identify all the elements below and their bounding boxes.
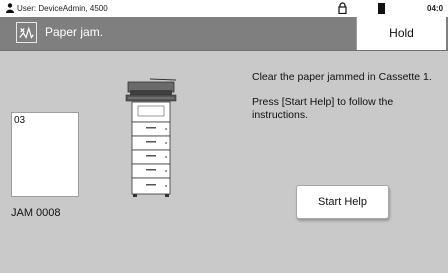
printer-illustration [125,78,177,197]
jam-code: JAM 0008 [11,207,61,219]
start-help-button[interactable]: Start Help [296,185,389,219]
message-line-1: Clear the paper jammed in Cassette 1. [252,71,432,83]
message-line-2: Press [Start Help] to follow the instruc… [252,96,394,121]
hold-button[interactable]: Hold [356,17,446,50]
status-bar: User: DeviceAdmin, 4500 04:0 [0,0,448,17]
page-title: Paper jam. [45,25,104,39]
cassette-number: 03 [14,115,26,126]
user-label: User: DeviceAdmin, 4500 [17,4,108,13]
lock-icon [338,2,347,14]
instruction-message: Clear the paper jammed in Cassette 1. Pr… [252,71,432,134]
battery-icon [378,3,385,14]
user-icon [6,3,14,13]
clock: 04:0 [427,4,444,13]
cassette-panel: 03 [11,112,79,197]
paper-jam-icon [16,22,37,43]
